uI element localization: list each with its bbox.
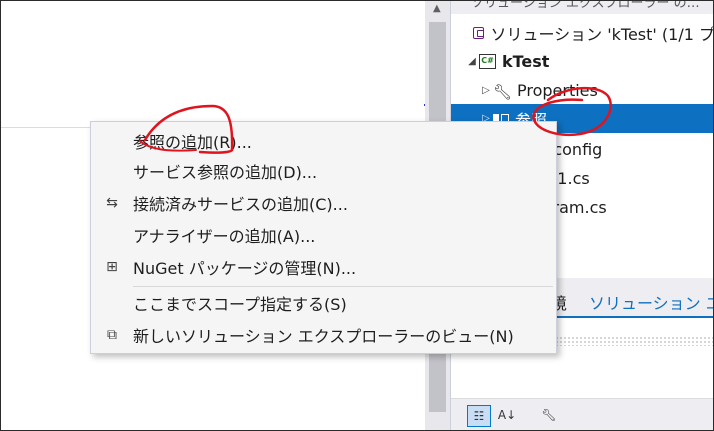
menu-item-label: 参照の追加(R)... bbox=[133, 133, 252, 152]
nuget-icon: ⊞ bbox=[106, 259, 118, 275]
menu-item-label: サービス参照の追加(D)... bbox=[133, 163, 318, 182]
menu-item-new-solution-explorer-view[interactable]: ⧉ 新しいソリューション エクスプローラーのビュー(N) bbox=[91, 320, 556, 350]
csharp-project-icon: C# bbox=[479, 54, 496, 69]
tree-item-solution[interactable]: ソリューション 'kTest' (1/1 プ bbox=[451, 18, 714, 47]
menu-item-label: 新しいソリューション エクスプローラーのビュー(N) bbox=[133, 327, 514, 346]
tree-item-label: kTest bbox=[502, 52, 550, 71]
menu-item-label: アナライザーの追加(A)... bbox=[133, 227, 316, 246]
property-pages-wrench-icon[interactable]: 🔧︎ bbox=[537, 405, 561, 427]
menu-separator bbox=[133, 286, 553, 287]
tree-item-label: Properties bbox=[517, 81, 598, 100]
panel-header: ソリューション エクスプローラー の… bbox=[451, 0, 714, 14]
tab-solution-explorer[interactable]: ソリューション エク bbox=[589, 290, 714, 314]
expanded-arrow-icon[interactable]: ◢ bbox=[465, 56, 479, 67]
collapsed-arrow-icon[interactable]: ▷ bbox=[479, 85, 493, 96]
menu-item-manage-nuget[interactable]: ⊞ NuGet パッケージの管理(N)... bbox=[91, 252, 556, 282]
menu-item-add-analyzer[interactable]: アナライザーの追加(A)... bbox=[91, 220, 556, 250]
menu-item-label: ここまでスコープ指定する(S) bbox=[133, 295, 347, 314]
menu-item-add-connected-service[interactable]: ⇆ 接続済みサービスの追加(C)... bbox=[91, 188, 556, 218]
menu-item-label: NuGet パッケージの管理(N)... bbox=[133, 259, 357, 278]
menu-item-label: 接続済みサービスの追加(C)... bbox=[133, 195, 348, 214]
alphabetical-sort-icon[interactable]: A↓ bbox=[495, 405, 519, 427]
categorized-icon[interactable]: ☷ bbox=[467, 405, 491, 427]
tree-item-properties[interactable]: ▷ 🔧︎ Properties bbox=[451, 76, 714, 105]
properties-toolbar: ☷ A↓ 🔧︎ bbox=[451, 398, 714, 431]
wrench-icon: 🔧︎ bbox=[493, 82, 513, 101]
tree-item-project[interactable]: ◢ C# kTest bbox=[451, 47, 714, 76]
solution-icon bbox=[473, 26, 485, 39]
context-menu: 参照の追加(R)... サービス参照の追加(D)... ⇆ 接続済みサービスの追… bbox=[90, 121, 557, 354]
scroll-up-icon[interactable]: ▲ bbox=[433, 3, 441, 14]
connected-service-icon: ⇆ bbox=[106, 195, 118, 211]
menu-item-add-service-reference[interactable]: サービス参照の追加(D)... bbox=[91, 156, 556, 186]
menu-item-scope-to-this[interactable]: ここまでスコープ指定する(S) bbox=[91, 288, 556, 318]
panel-title: ソリューション エクスプローラー の… bbox=[471, 0, 700, 11]
menu-item-add-reference[interactable]: 参照の追加(R)... bbox=[91, 126, 556, 156]
new-view-icon: ⧉ bbox=[107, 327, 117, 343]
tree-item-label: ソリューション 'kTest' (1/1 プ bbox=[490, 24, 714, 44]
